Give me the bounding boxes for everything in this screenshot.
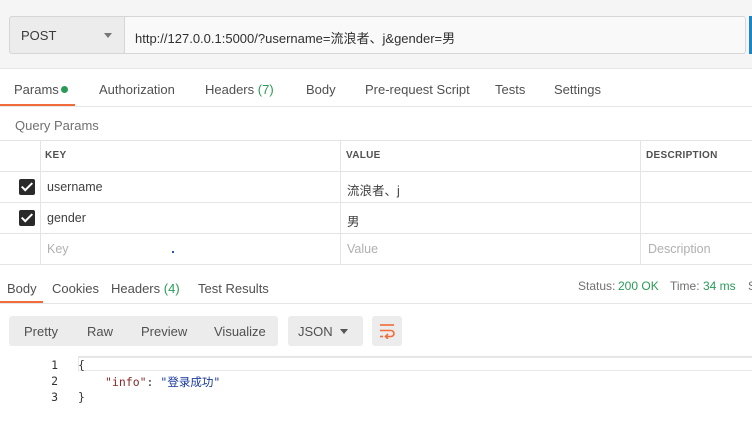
line-number: 1 xyxy=(51,358,58,372)
tab-headers[interactable]: Headers (7) xyxy=(205,82,274,97)
tab-headers-label: Headers xyxy=(205,82,255,97)
wrap-lines-button[interactable] xyxy=(372,316,402,346)
method-select[interactable]: POST xyxy=(9,16,124,54)
url-input[interactable]: http://127.0.0.1:5000/?username=流浪者、j&ge… xyxy=(124,16,746,54)
new-value-input[interactable]: Value xyxy=(347,242,378,256)
tab-params-label: Params xyxy=(14,82,59,97)
view-visualize-button[interactable]: Visualize xyxy=(214,324,266,339)
size-label: S xyxy=(748,279,752,293)
tab-tests[interactable]: Tests xyxy=(495,82,525,97)
code-open-brace: { xyxy=(78,358,85,372)
divider xyxy=(0,303,752,304)
line-number: 2 xyxy=(51,374,58,388)
checkbox-checked-icon[interactable] xyxy=(19,179,35,195)
response-tab-headers[interactable]: Headers (4) xyxy=(111,281,180,296)
line-number: 3 xyxy=(51,390,58,404)
response-tab-body[interactable]: Body xyxy=(7,281,37,296)
json-colon: : xyxy=(146,375,161,389)
param-value[interactable]: 流浪者、j xyxy=(347,180,400,199)
tab-pre-request-script[interactable]: Pre-request Script xyxy=(365,82,470,97)
query-params-title: Query Params xyxy=(15,118,99,133)
chevron-down-icon xyxy=(104,33,112,38)
column-header-description: DESCRIPTION xyxy=(646,150,718,161)
table-border xyxy=(0,264,752,265)
tab-params[interactable]: Params xyxy=(14,82,59,97)
wrap-lines-icon xyxy=(380,324,395,339)
view-raw-button[interactable]: Raw xyxy=(87,324,113,339)
status-label: Status: xyxy=(578,279,616,293)
params-active-dot-icon xyxy=(61,86,68,93)
divider xyxy=(0,106,752,107)
status-value[interactable]: 200 OK xyxy=(618,279,659,293)
tab-settings[interactable]: Settings xyxy=(554,82,601,97)
param-value[interactable]: 男 xyxy=(347,211,360,230)
method-label: POST xyxy=(21,28,57,43)
format-label: JSON xyxy=(298,324,333,339)
table-border xyxy=(640,140,641,264)
tab-body[interactable]: Body xyxy=(306,82,336,97)
param-key[interactable]: username xyxy=(47,180,103,194)
code-close-brace: } xyxy=(78,390,85,404)
current-line-highlight xyxy=(78,357,752,371)
chevron-down-icon xyxy=(340,329,348,334)
new-description-input[interactable]: Description xyxy=(648,242,711,256)
tab-headers-count: (7) xyxy=(257,82,274,97)
checkbox-checked-icon[interactable] xyxy=(19,210,35,226)
param-key[interactable]: gender xyxy=(47,211,86,225)
response-tab-test-results[interactable]: Test Results xyxy=(198,281,269,296)
table-border xyxy=(40,140,41,264)
response-tab-headers-count: (4) xyxy=(163,281,180,296)
response-tab-headers-label: Headers xyxy=(111,281,161,296)
tab-authorization[interactable]: Authorization xyxy=(99,82,175,97)
text-cursor xyxy=(172,251,174,253)
url-text: http://127.0.0.1:5000/?username=流浪者、j&ge… xyxy=(135,31,456,46)
table-border xyxy=(340,140,341,264)
view-pretty-button[interactable]: Pretty xyxy=(24,324,58,339)
code-line: "info": "登录成功" xyxy=(105,374,220,390)
time-value[interactable]: 34 ms xyxy=(703,279,736,293)
json-key: "info" xyxy=(105,375,147,389)
response-tab-cookies[interactable]: Cookies xyxy=(52,281,99,296)
view-preview-button[interactable]: Preview xyxy=(141,324,187,339)
json-string-value: "登录成功" xyxy=(160,375,221,389)
column-header-key: KEY xyxy=(45,150,67,161)
new-key-input[interactable]: Key xyxy=(47,242,69,256)
column-header-value: VALUE xyxy=(346,150,381,161)
time-label: Time: xyxy=(670,279,700,293)
